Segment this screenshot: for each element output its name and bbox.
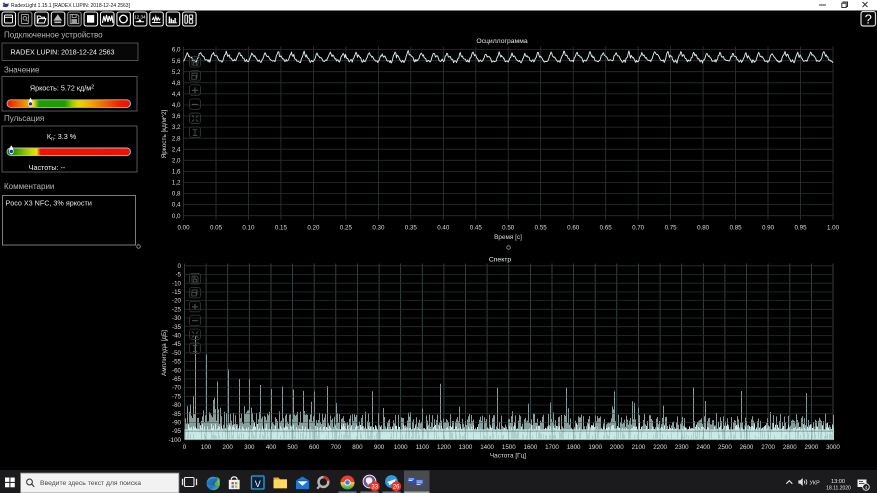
svg-text:УКР: УКР (810, 480, 821, 486)
svg-text:13:00: 13:00 (831, 479, 845, 485)
svg-text:18.11.2020: 18.11.2020 (826, 486, 851, 492)
svg-text:4: 4 (865, 485, 868, 491)
svg-text:26: 26 (393, 485, 400, 491)
svg-text:V: V (255, 479, 261, 489)
svg-text:Введите здесь текст для поиска: Введите здесь текст для поиска (40, 480, 141, 487)
svg-text:33: 33 (371, 485, 378, 491)
